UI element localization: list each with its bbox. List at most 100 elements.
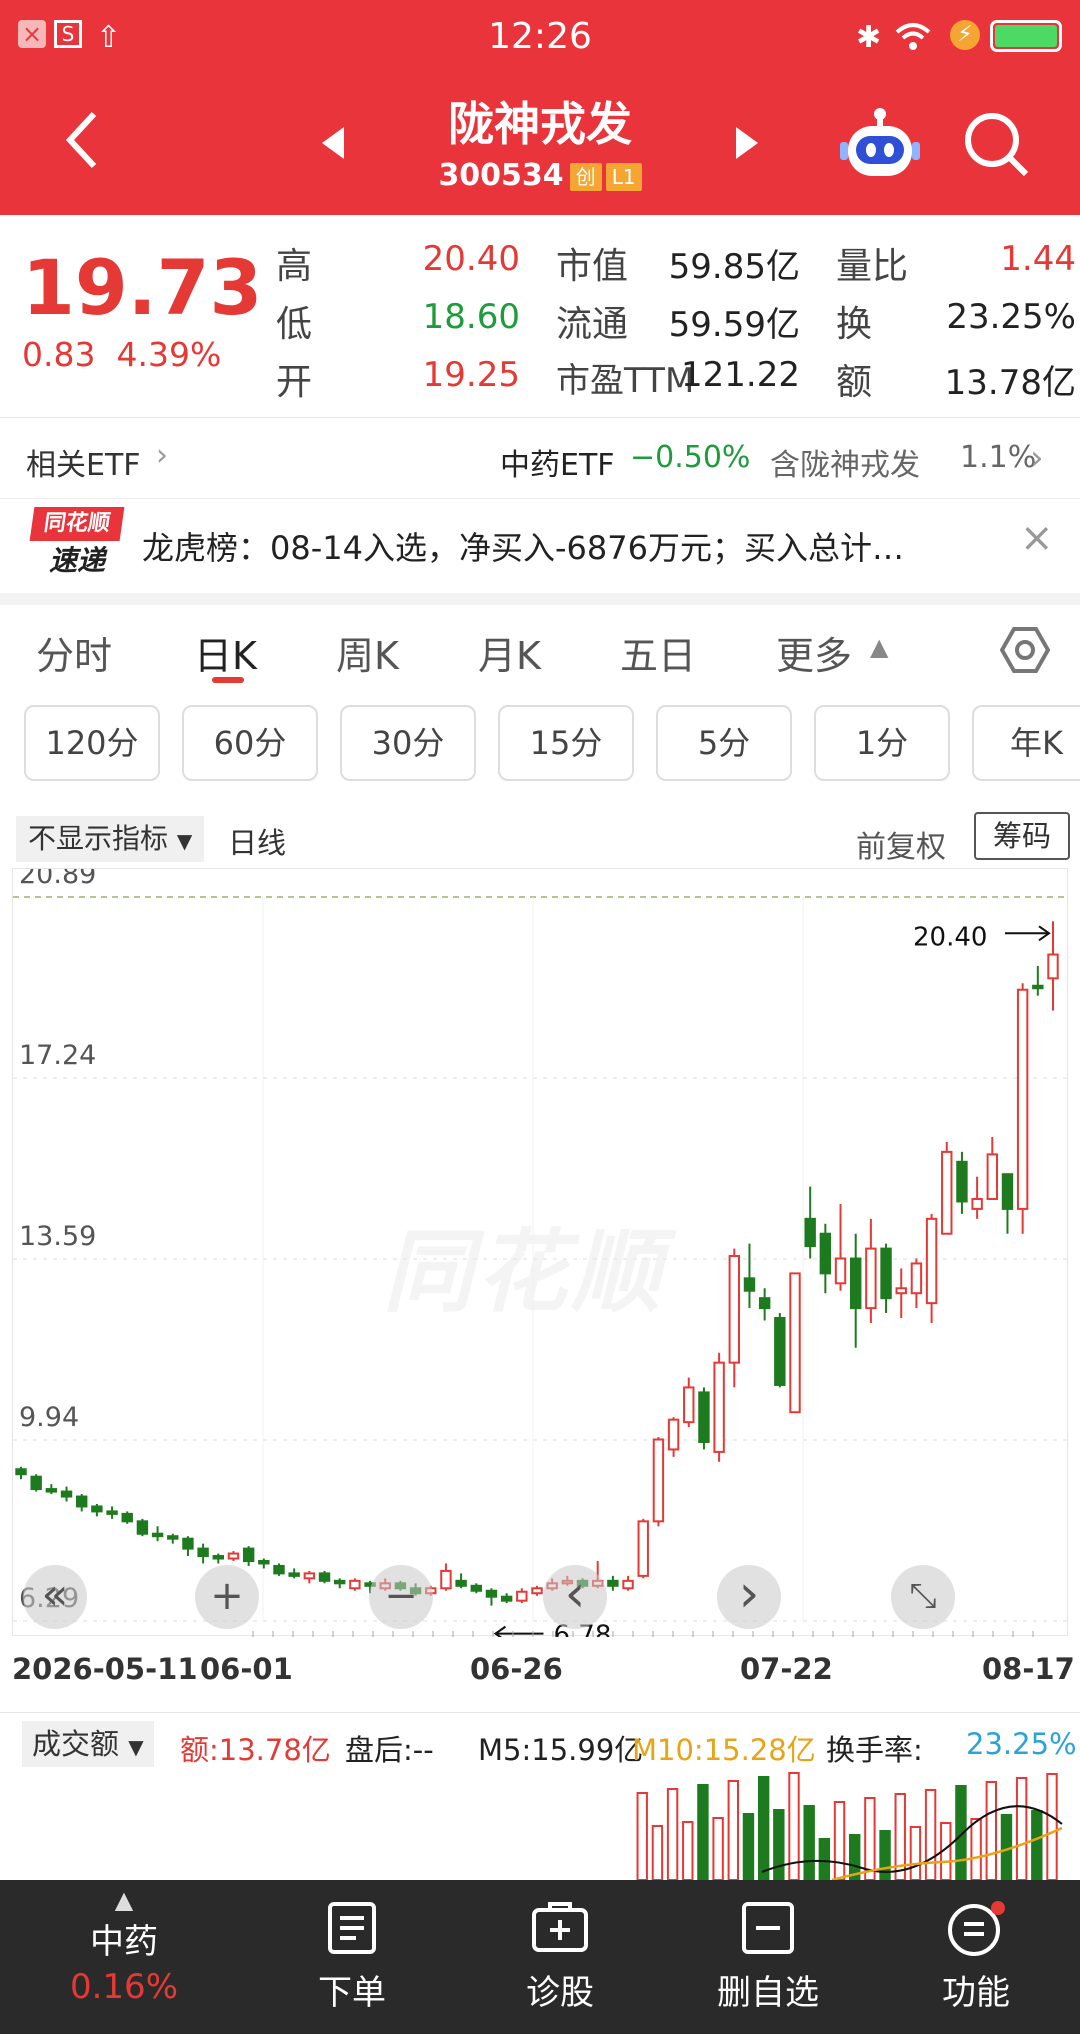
volume-indicator-dropdown[interactable]: 成交额 ▼ (22, 1721, 154, 1767)
settings-hexagon-icon[interactable] (1000, 625, 1050, 675)
candle-body (986, 1153, 998, 1200)
candle-body (622, 1579, 634, 1590)
candle-body (91, 1505, 103, 1513)
functions-button[interactable]: 功能 (896, 1900, 1056, 2014)
candle-body (804, 1217, 816, 1248)
expand-icon: ⤡ (909, 1576, 937, 1616)
functions-label: 功能 (942, 1973, 1010, 2013)
search-icon[interactable] (962, 110, 1032, 180)
period-yearly[interactable]: 年K (972, 705, 1080, 781)
y-tick-label: 13.59 (19, 1221, 96, 1252)
zoom-in-button[interactable]: + (195, 1565, 259, 1629)
candle-body (167, 1535, 179, 1540)
plus-icon: + (210, 1573, 244, 1619)
robot-assistant-icon[interactable] (840, 104, 920, 184)
candle-body (652, 1438, 665, 1523)
order-button[interactable]: 下单 (272, 1900, 432, 2014)
fullscreen-button[interactable]: ⤡ (891, 1565, 955, 1629)
period-30min[interactable]: 30分 (340, 705, 476, 781)
candle-body (865, 1247, 877, 1310)
tab-intraday[interactable]: 分时 (36, 625, 112, 680)
low-label: 低 (276, 304, 313, 345)
etf-label: 相关ETF (26, 448, 141, 483)
candle-body (758, 1297, 771, 1310)
volume-bar (742, 1813, 755, 1880)
tab-weekly-k[interactable]: 周K (336, 625, 399, 680)
period-1min[interactable]: 1分 (814, 705, 950, 781)
etf-contains: 含陇神戎发 (770, 448, 920, 483)
candle-body (941, 1150, 953, 1235)
remove-box-icon (742, 1902, 794, 1954)
candle-body (288, 1572, 300, 1577)
chinext-badge: 创 (569, 162, 602, 191)
chevron-right-icon: › (738, 1564, 760, 1624)
tab-more[interactable]: 更多 (776, 625, 852, 680)
kline-chart[interactable]: 同花顺 20.8917.2413.599.946.2920.406.78 « +… (12, 868, 1069, 1637)
diagnose-button[interactable]: 诊股 (480, 1900, 640, 2014)
news-ticker[interactable]: 同花顺 速递 龙虎榜：08-14入选，净买入-6876万元；买入总计… × (0, 498, 1080, 593)
chips-button[interactable]: 筹码 (974, 812, 1070, 860)
related-etf-row[interactable]: 相关ETF › 中药ETF −0.50% 含陇神戎发 1.1% › (0, 420, 1080, 498)
candle-body (743, 1277, 756, 1292)
candle-body (212, 1555, 224, 1560)
x-label: 06-01 (200, 1652, 293, 1686)
next-stock-icon[interactable] (732, 125, 762, 161)
candle-body (455, 1579, 467, 1587)
logo-bottom: 速递 (48, 544, 105, 577)
tab-monthly-k[interactable]: 月K (478, 625, 541, 680)
candle-body (1032, 984, 1044, 990)
current-price: 19.73 (22, 243, 263, 332)
open-label: 开 (276, 362, 313, 403)
max-price-label: 20.40 (913, 922, 987, 952)
candle-body (45, 1488, 58, 1493)
candle-body (151, 1532, 164, 1538)
candle-body (15, 1468, 27, 1476)
min-marker-arrowhead (493, 1625, 507, 1637)
adjust-toggle[interactable]: 前复权 (856, 822, 946, 866)
zoom-out-button[interactable]: − (369, 1565, 433, 1629)
candle-body (925, 1217, 938, 1305)
candle-body (531, 1587, 543, 1595)
remove-watchlist-button[interactable]: 删自选 (688, 1900, 848, 2014)
period-15min[interactable]: 15分 (498, 705, 634, 781)
app-header: × S ⇧ 12:26 ✱ ⚡ 陇神戎发 300534 创 L1 (0, 0, 1080, 215)
volratio-label: 量比 (836, 246, 909, 287)
candle-body (819, 1232, 832, 1275)
pe-label: 市盈TTM (556, 361, 695, 401)
high-label: 高 (276, 246, 313, 287)
news-text: 龙虎榜：08-14入选，净买入-6876万元；买入总计… (142, 529, 904, 567)
tab-daily-k[interactable]: 日K (194, 625, 257, 680)
wifi-icon (895, 23, 931, 50)
candle-body (470, 1584, 482, 1592)
volume-bar (727, 1780, 739, 1880)
candle-body (60, 1490, 73, 1498)
candle-body (334, 1579, 346, 1585)
period-5min[interactable]: 5分 (656, 705, 792, 781)
volume-bar (1031, 1810, 1043, 1880)
tab-five-day[interactable]: 五日 (620, 625, 696, 680)
pan-right-button[interactable]: › (717, 1565, 781, 1629)
double-chevron-left-icon: « (41, 1569, 69, 1620)
volume-bar (773, 1809, 785, 1880)
pan-left-button[interactable]: ‹ (543, 1565, 607, 1629)
candle-body (667, 1418, 680, 1451)
period-60min[interactable]: 60分 (182, 705, 318, 781)
close-icon[interactable]: × (1020, 515, 1054, 561)
indicator-dropdown[interactable]: 不显示指标 ▼ (16, 816, 205, 862)
m10-value: M10:15.28亿 (632, 1733, 816, 1767)
stock-code: 300534 (438, 158, 564, 193)
candle-body (728, 1255, 740, 1364)
etf-weight: 1.1% (960, 440, 1037, 475)
active-tab-indicator (212, 677, 244, 683)
candle-body (500, 1595, 513, 1602)
x-label-start: 2026-05-11 (12, 1652, 198, 1686)
pan-left-fast-button[interactable]: « (23, 1565, 87, 1629)
candle-body (485, 1589, 498, 1598)
candle-body (698, 1391, 710, 1443)
etf-change: −0.50% (630, 440, 751, 475)
candle-body (895, 1287, 907, 1295)
period-120min[interactable]: 120分 (24, 705, 160, 781)
sector-indicator[interactable]: ▲ 中药 0.16% (44, 1886, 204, 2007)
candle-body (683, 1386, 695, 1424)
candle-body (910, 1262, 923, 1295)
